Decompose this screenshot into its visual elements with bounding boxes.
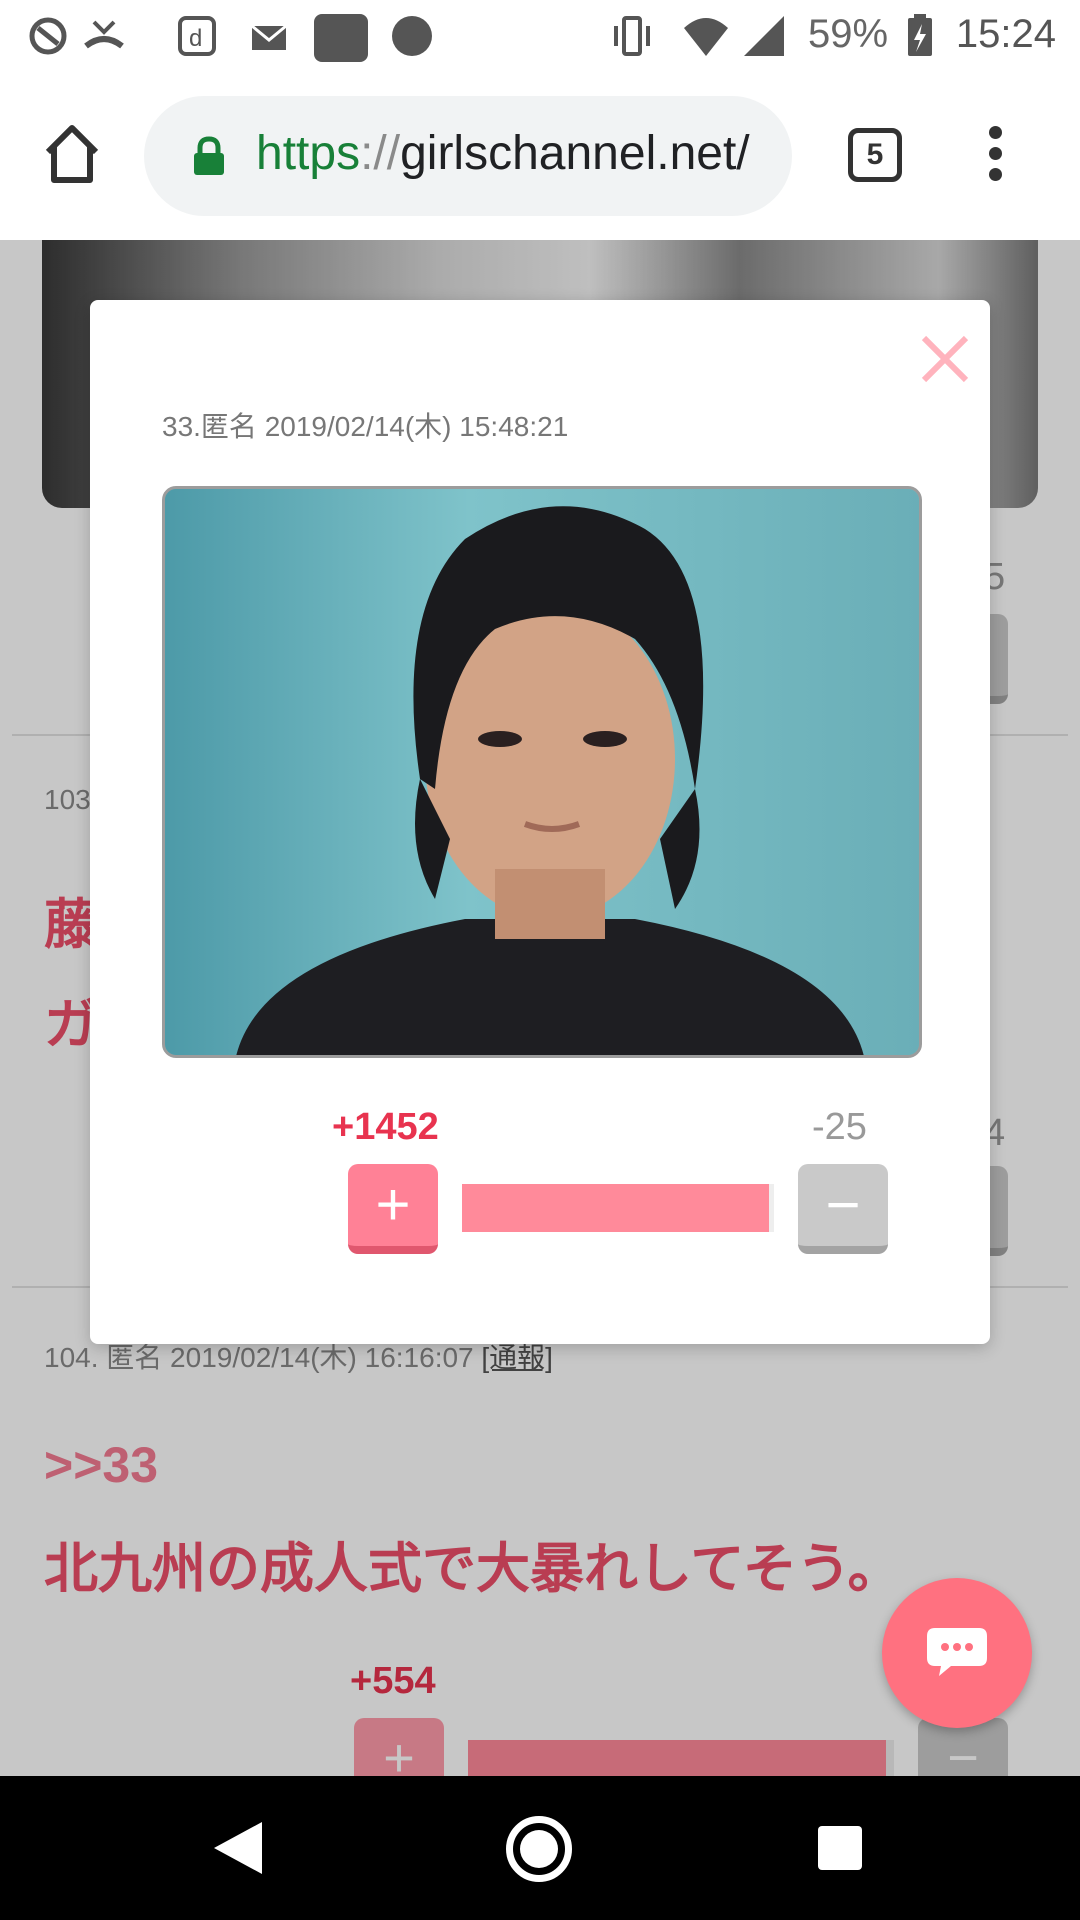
plus-icon: + — [375, 1171, 411, 1238]
lock-icon — [194, 136, 224, 175]
clock: 15:24 — [955, 12, 1056, 56]
close-icon[interactable] — [920, 334, 970, 384]
mail-icon — [251, 24, 287, 50]
minus-vote-count: -25 — [812, 1106, 867, 1148]
nav-home-icon[interactable] — [506, 1816, 572, 1882]
url-host: girlschannel.net/ — [400, 127, 750, 180]
url-scheme: https — [256, 127, 361, 180]
svg-text:d: d — [189, 25, 202, 52]
chat-fab-button[interactable] — [882, 1578, 1032, 1728]
phone-screen: d 59% 15:24 https://girlschannel.net/ 5 … — [0, 0, 1080, 1920]
url-separator: :// — [360, 127, 401, 180]
vote-ratio-track — [462, 1184, 774, 1232]
wifi-icon — [684, 18, 728, 56]
comment-photo — [162, 486, 922, 1058]
recents-icon[interactable] — [818, 1826, 862, 1870]
android-nav-bar — [0, 1776, 1080, 1920]
minus-vote-button[interactable]: − — [798, 1164, 888, 1254]
minus-icon: − — [825, 1171, 861, 1238]
news-app-icon — [314, 14, 368, 62]
status-bar: d 59% 15:24 — [0, 0, 1080, 72]
tab-switcher-button[interactable]: 5 — [848, 128, 902, 182]
vote-ratio-bar — [462, 1184, 769, 1232]
battery-percent: 59% — [808, 12, 889, 56]
url-bar[interactable]: https://girlschannel.net/ — [144, 96, 792, 216]
plus-vote-button[interactable]: + — [348, 1164, 438, 1254]
comment-meta: 33.匿名 2019/02/14(木) 15:48:21 — [162, 411, 569, 442]
browser-toolbar: https://girlschannel.net/ 5 — [0, 72, 1080, 240]
chat-bubble-icon — [927, 1628, 987, 1676]
missed-call-icon — [84, 20, 124, 49]
overflow-menu-icon[interactable] — [980, 126, 1010, 186]
home-icon[interactable] — [40, 122, 104, 186]
back-icon[interactable] — [210, 1818, 266, 1878]
comment-popup: 33.匿名 2019/02/14(木) 15:48:21 +1452 -25 +… — [90, 300, 990, 1344]
portrait-image — [165, 489, 919, 1055]
url-text: https://girlschannel.net/ — [256, 126, 750, 181]
vibrate-icon — [614, 16, 650, 56]
battery-charging-icon — [908, 14, 932, 56]
cell-signal-icon — [744, 16, 784, 56]
app-notification-icon — [29, 17, 67, 55]
dot-notification-icon — [392, 16, 432, 56]
d-app-icon: d — [178, 16, 216, 56]
plus-vote-count: +1452 — [332, 1106, 439, 1148]
